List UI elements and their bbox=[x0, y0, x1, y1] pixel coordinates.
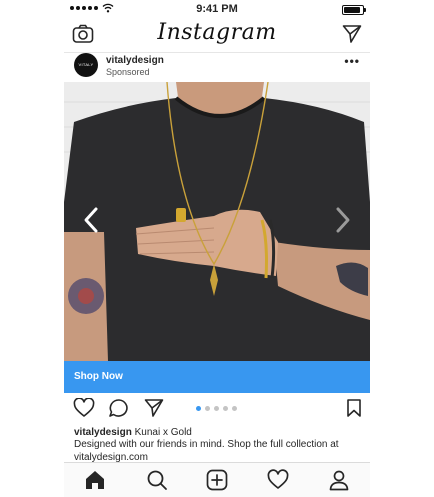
battery-icon bbox=[342, 5, 366, 15]
shop-now-label: Shop Now bbox=[74, 371, 123, 382]
send-icon[interactable] bbox=[342, 24, 362, 44]
top-nav: Instagram bbox=[64, 18, 370, 53]
status-bar: 9:41 PM bbox=[64, 0, 370, 18]
profile-icon[interactable] bbox=[328, 469, 350, 491]
phone-screen: 9:41 PM Instagram VITALY vitalydesign Sp… bbox=[64, 0, 370, 497]
more-icon[interactable]: ••• bbox=[344, 54, 360, 68]
bookmark-icon[interactable] bbox=[346, 398, 362, 418]
comment-icon[interactable] bbox=[108, 398, 130, 418]
post-photo bbox=[64, 82, 370, 361]
home-icon[interactable] bbox=[84, 469, 106, 491]
chevron-left-icon[interactable] bbox=[82, 206, 100, 234]
add-icon[interactable] bbox=[206, 469, 228, 491]
sponsored-label: Sponsored bbox=[106, 67, 150, 77]
caption-username[interactable]: vitalydesign bbox=[74, 427, 132, 438]
heart-icon[interactable] bbox=[73, 398, 95, 418]
carousel-dot bbox=[196, 406, 201, 411]
caption-description: Designed with our friends in mind. Shop … bbox=[74, 439, 339, 463]
post-image[interactable] bbox=[64, 82, 370, 361]
status-time: 9:41 PM bbox=[196, 3, 238, 15]
post-header: VITALY vitalydesign Sponsored ••• bbox=[64, 52, 370, 82]
shop-now-button[interactable]: Shop Now bbox=[64, 361, 370, 393]
avatar[interactable]: VITALY bbox=[74, 53, 98, 77]
carousel-dot bbox=[214, 406, 219, 411]
post-username[interactable]: vitalydesign bbox=[106, 55, 164, 66]
share-icon[interactable] bbox=[144, 398, 164, 418]
carousel-indicator bbox=[196, 406, 237, 411]
app-logo: Instagram bbox=[157, 20, 277, 45]
search-icon[interactable] bbox=[146, 469, 168, 491]
post-actions bbox=[64, 396, 370, 422]
bottom-nav bbox=[64, 462, 370, 497]
caption-title: Kunai x Gold bbox=[134, 427, 192, 438]
carousel-dot bbox=[223, 406, 228, 411]
chevron-right-icon[interactable] bbox=[334, 206, 352, 234]
carousel-dot bbox=[232, 406, 237, 411]
activity-icon[interactable] bbox=[267, 469, 289, 491]
carousel-dot bbox=[205, 406, 210, 411]
